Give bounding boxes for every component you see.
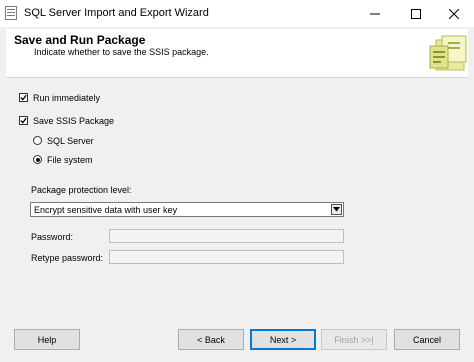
file-system-label: File system — [47, 155, 93, 165]
close-button[interactable] — [434, 0, 474, 27]
retype-password-field[interactable] — [109, 250, 344, 264]
next-button[interactable]: Next > — [250, 329, 316, 350]
back-button[interactable]: < Back — [178, 329, 244, 350]
minimize-button[interactable] — [355, 0, 395, 27]
sql-server-radio[interactable] — [33, 136, 42, 145]
protection-level-label: Package protection level: — [31, 185, 132, 195]
protection-level-dropdown[interactable]: Encrypt sensitive data with user key — [30, 202, 344, 217]
dropdown-arrow-button[interactable] — [331, 204, 342, 215]
help-button[interactable]: Help — [14, 329, 80, 350]
password-label: Password: — [31, 232, 74, 242]
page-subtitle: Indicate whether to save the SSIS packag… — [34, 47, 209, 57]
maximize-button[interactable] — [396, 0, 436, 27]
cancel-button[interactable]: Cancel — [394, 329, 460, 350]
radio-selected-dot — [35, 157, 40, 162]
wizard-banner-icon — [429, 35, 467, 71]
close-icon — [449, 8, 459, 19]
checkmark-icon — [20, 94, 27, 101]
save-ssis-package-label: Save SSIS Package — [33, 116, 115, 126]
run-immediately-checkbox[interactable] — [19, 93, 28, 102]
sql-server-label: SQL Server — [47, 136, 94, 146]
sql-server-app-icon — [5, 6, 17, 20]
finish-button[interactable]: Finish >>| — [321, 329, 387, 350]
maximize-icon — [411, 8, 421, 19]
save-ssis-package-checkbox[interactable] — [19, 116, 28, 125]
checkmark-icon — [20, 117, 27, 124]
chevron-down-icon — [333, 207, 340, 212]
window-title: SQL Server Import and Export Wizard — [24, 7, 209, 19]
file-system-radio[interactable] — [33, 155, 42, 164]
minimize-icon — [370, 13, 380, 14]
password-field[interactable] — [109, 229, 344, 243]
run-immediately-label: Run immediately — [33, 93, 101, 103]
retype-password-label: Retype password: — [31, 253, 104, 263]
protection-level-value: Encrypt sensitive data with user key — [34, 205, 178, 215]
page-title: Save and Run Package — [14, 33, 146, 47]
